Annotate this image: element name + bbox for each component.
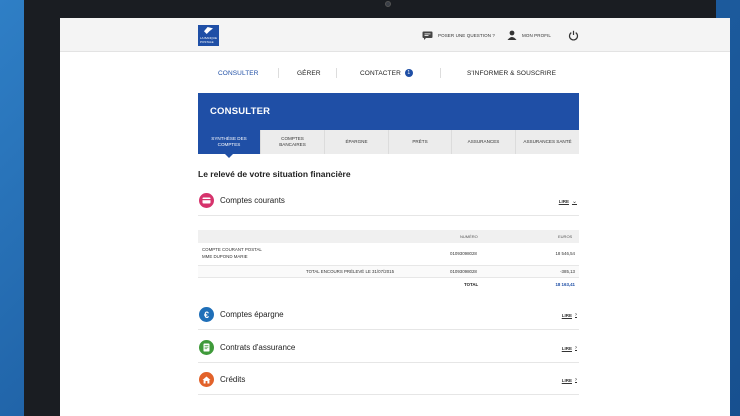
nav-consulter[interactable]: CONSULTER — [218, 64, 259, 82]
tab-synthese-label: SYNTHÈSE DES COMPTES — [211, 136, 247, 147]
document-icon — [199, 340, 214, 355]
euro-icon: € — [199, 307, 214, 322]
lire-link[interactable]: LIRE › — [562, 312, 577, 318]
encours-amount: -385,13 — [560, 269, 575, 274]
tab-assurances-sante-label: ASSURANCES SANTÉ — [523, 139, 572, 144]
laptop-bezel: LA BANQUE POSTALE POSER UNE QUESTION ? M… — [24, 0, 730, 416]
category-comptes-epargne[interactable]: € Comptes épargne LIRE › — [198, 304, 579, 330]
nav-gerer-label: GÉRER — [297, 69, 321, 77]
column-numero: NUMÉRO — [460, 234, 478, 239]
page-title: Le relevé de votre situation financière — [198, 169, 351, 179]
browser-screen: LA BANQUE POSTALE POSER UNE QUESTION ? M… — [60, 18, 730, 416]
account-number: 01093098028 — [450, 251, 477, 256]
category-contrats-assurance[interactable]: Contrats d'assurance LIRE › — [198, 337, 579, 363]
logo-text: LA BANQUE POSTALE — [200, 36, 218, 44]
nav-divider — [440, 68, 441, 78]
power-icon — [568, 30, 579, 41]
nav-informer-label: S'INFORMER & SOUSCRIRE — [467, 69, 557, 77]
table-header: NUMÉRO EUROS — [198, 230, 579, 243]
chevron-down-icon: ⌄ — [571, 199, 577, 205]
tab-epargne-label: ÉPARGNE — [345, 139, 368, 144]
total-value: 18 163,41 — [555, 282, 575, 287]
tab-prets-label: PRÊTS — [412, 139, 428, 144]
accounts-table: NUMÉRO EUROS COMPTE COURANT POSTAL MME D… — [198, 230, 579, 290]
category-comptes-courants[interactable]: Comptes courants LIRE ⌄ — [198, 190, 579, 216]
tab-assurances-label: ASSURANCES — [467, 139, 500, 144]
account-balance: 18 546,54 — [555, 251, 575, 256]
tab-assurances[interactable]: ASSURANCES — [452, 130, 516, 154]
lire-link[interactable]: LIRE › — [562, 345, 577, 351]
card-icon — [199, 193, 214, 208]
category-label: Crédits — [220, 375, 246, 384]
account-number: 01093098028 — [450, 269, 477, 274]
column-euros: EUROS — [558, 234, 573, 239]
section-header: CONSULTER — [198, 93, 579, 130]
logout-button[interactable] — [568, 28, 579, 46]
tab-epargne[interactable]: ÉPARGNE — [325, 130, 389, 154]
chat-icon — [422, 31, 433, 40]
category-credits[interactable]: Crédits LIRE › — [198, 369, 579, 395]
lire-toggle[interactable]: LIRE ⌄ — [559, 198, 577, 205]
profile-label: MON PROFIL — [522, 32, 552, 38]
nav-consulter-label: CONSULTER — [218, 69, 259, 77]
tab-assurances-sante[interactable]: ASSURANCES SANTÉ — [516, 130, 579, 154]
nav-divider — [336, 68, 337, 78]
camera — [385, 1, 391, 7]
nav-contacter[interactable]: CONTACTER 1 — [360, 64, 413, 82]
category-label: Comptes épargne — [220, 310, 284, 319]
category-label: Comptes courants — [220, 196, 285, 205]
bank-logo[interactable]: LA BANQUE POSTALE — [198, 25, 219, 46]
notification-badge: 1 — [404, 69, 413, 77]
chevron-right-icon: › — [575, 377, 577, 383]
top-bar: LA BANQUE POSTALE POSER UNE QUESTION ? M… — [60, 18, 730, 52]
nav-divider — [278, 68, 279, 78]
ask-question-label: POSER UNE QUESTION ? — [438, 32, 496, 38]
lire-label: LIRE — [561, 312, 572, 318]
table-row[interactable]: TOTAL ENCOURS PRÉLEVÉ LE 31/07/2015 0109… — [198, 266, 579, 278]
ask-question-link[interactable]: POSER UNE QUESTION ? — [422, 28, 495, 42]
table-total-row: TOTAL 18 163,41 — [198, 278, 579, 290]
tab-comptes-bancaires-label: COMPTES BANCAIRES — [279, 136, 306, 147]
profile-link[interactable]: MON PROFIL — [507, 28, 551, 42]
main-nav: CONSULTER GÉRER CONTACTER 1 S'INFORMER &… — [198, 64, 578, 84]
tab-comptes-bancaires[interactable]: COMPTES BANCAIRES — [261, 130, 325, 154]
account-holder: MME DUPOND MARIE — [202, 254, 248, 259]
total-label: TOTAL — [464, 282, 479, 287]
chevron-right-icon: › — [575, 312, 577, 318]
table-row[interactable]: COMPTE COURANT POSTAL MME DUPOND MARIE 0… — [198, 243, 579, 266]
lire-label: LIRE — [558, 199, 569, 204]
home-icon — [199, 372, 214, 387]
account-name: COMPTE COURANT POSTAL — [202, 247, 262, 252]
lire-label: LIRE — [561, 377, 572, 383]
lire-link[interactable]: LIRE › — [562, 377, 577, 383]
encours-label: TOTAL ENCOURS PRÉLEVÉ LE 31/07/2015 — [306, 269, 395, 274]
category-label: Contrats d'assurance — [220, 343, 296, 352]
lire-label: LIRE — [561, 345, 572, 351]
user-icon — [507, 30, 517, 40]
nav-informer-souscrire[interactable]: S'INFORMER & SOUSCRIRE — [467, 64, 556, 82]
nav-gerer[interactable]: GÉRER — [297, 64, 321, 82]
bird-icon — [204, 27, 213, 34]
tab-prets[interactable]: PRÊTS — [389, 130, 452, 154]
tab-synthese[interactable]: SYNTHÈSE DES COMPTES — [198, 130, 261, 158]
sub-tabs: SYNTHÈSE DES COMPTES COMPTES BANCAIRES É… — [198, 130, 579, 158]
nav-contacter-label: CONTACTER — [360, 69, 401, 77]
chevron-right-icon: › — [575, 345, 577, 351]
section-title: CONSULTER — [210, 106, 271, 117]
